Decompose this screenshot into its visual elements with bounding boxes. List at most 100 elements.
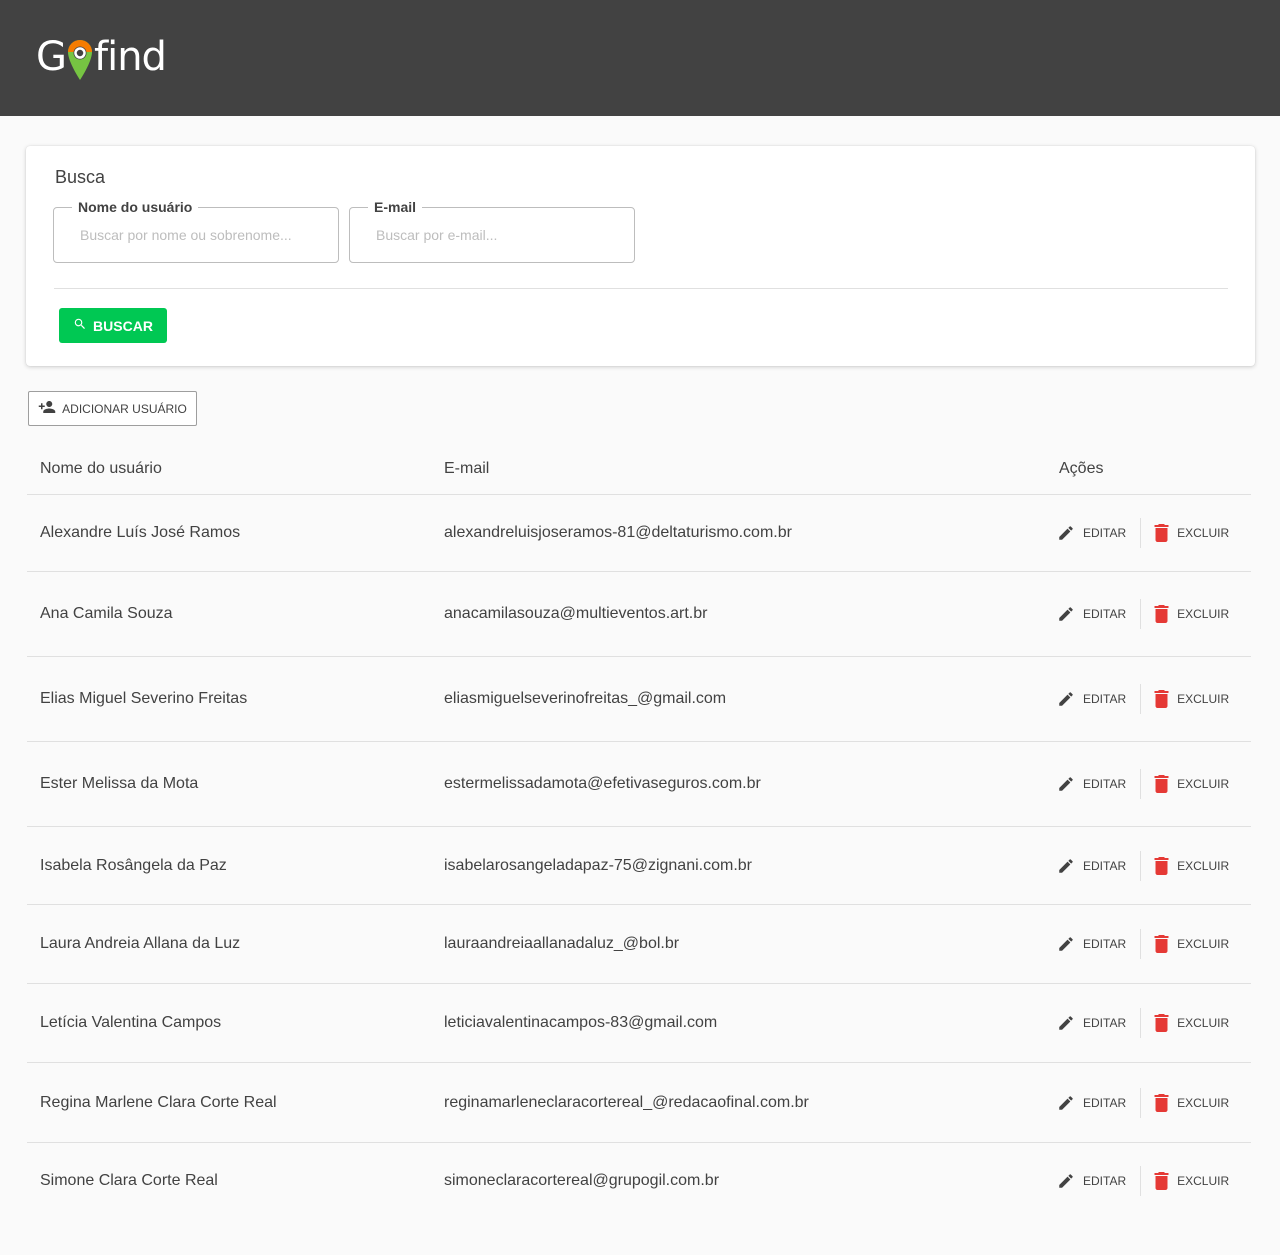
search-card: Busca Nome do usuário E-mail BUSCAR bbox=[26, 146, 1255, 366]
column-header-name: Nome do usuário bbox=[40, 460, 162, 477]
user-name: Laura Andreia Allana da Luz bbox=[40, 935, 241, 952]
row-actions: EDITAR EXCLUIR bbox=[1057, 850, 1230, 881]
row-actions: EDITAR EXCLUIR bbox=[1057, 769, 1229, 799]
name-field[interactable]: Nome do usuário bbox=[53, 199, 339, 263]
pencil-icon bbox=[1057, 1172, 1075, 1190]
card-divider bbox=[54, 288, 1228, 289]
table-row: Simone Clara Corte Real simoneclaracorter… bbox=[27, 1143, 1251, 1219]
edit-label: EDITAR bbox=[1083, 777, 1127, 791]
trash-icon bbox=[1154, 935, 1169, 953]
user-name: Alexandre Luís José Ramos bbox=[40, 524, 241, 541]
delete-label: EXCLUIR bbox=[1177, 1095, 1230, 1110]
row-actions: EDITAR EXCLUIR bbox=[1057, 599, 1229, 629]
person-add-icon bbox=[38, 398, 56, 419]
edit-label: EDITAR bbox=[1083, 1174, 1127, 1188]
row-actions: EDITAR EXCLUIR bbox=[1057, 929, 1229, 959]
user-email: anacamilasouza@multieventos.art.br bbox=[444, 605, 708, 622]
delete-label: EXCLUIR bbox=[1177, 937, 1230, 951]
edit-button[interactable]: EDITAR bbox=[1057, 524, 1140, 542]
search-icon bbox=[73, 317, 87, 334]
email-search-input[interactable] bbox=[351, 209, 633, 261]
trash-icon bbox=[1154, 690, 1169, 708]
app-header: G find bbox=[0, 0, 1280, 116]
email-field[interactable]: E-mail bbox=[349, 199, 635, 263]
user-name: Isabela Rosângela da Paz bbox=[40, 856, 227, 874]
edit-button[interactable]: EDITAR bbox=[1057, 1014, 1140, 1032]
pencil-icon bbox=[1057, 775, 1075, 793]
edit-button[interactable]: EDITAR bbox=[1057, 935, 1140, 953]
row-actions: EDITAR EXCLUIR bbox=[1057, 1166, 1229, 1196]
table-row: Ester Melissa da Mota estermelissadamota@… bbox=[27, 742, 1251, 827]
edit-label: EDITAR bbox=[1083, 526, 1127, 540]
user-email: lauraandreiaallanadaluz_@bol.br bbox=[444, 935, 680, 952]
table-row: Alexandre Luís José Ramos alexandreluisjo… bbox=[27, 495, 1251, 572]
edit-button[interactable]: EDITAR bbox=[1057, 1094, 1140, 1112]
add-user-button[interactable]: ADICIONAR USUÁRIO bbox=[28, 391, 197, 426]
delete-label: EXCLUIR bbox=[1177, 777, 1230, 791]
edit-label: EDITAR bbox=[1083, 692, 1127, 706]
map-pin-icon bbox=[66, 38, 94, 80]
logo-text-end: find bbox=[94, 34, 167, 80]
table-row: Regina Marlene Clara Corte Real reginamar… bbox=[27, 1063, 1251, 1143]
trash-icon bbox=[1154, 605, 1169, 623]
edit-button[interactable]: EDITAR bbox=[1057, 775, 1140, 793]
name-search-input[interactable] bbox=[55, 209, 337, 261]
users-table: Nome do usuário E-mail Ações Alexandre L… bbox=[27, 443, 1251, 1219]
table-row: Letícia Valentina Campos leticiavalentina… bbox=[27, 984, 1251, 1063]
add-user-label: ADICIONAR USUÁRIO bbox=[62, 401, 187, 416]
user-email: isabelarosangeladapaz-75@zignani.com.br bbox=[444, 856, 752, 874]
user-email: simoneclaracortereal@grupogil.com.br bbox=[444, 1172, 720, 1189]
search-button[interactable]: BUSCAR bbox=[59, 308, 167, 343]
edit-button[interactable]: EDITAR bbox=[1057, 857, 1140, 875]
delete-button[interactable]: EXCLUIR bbox=[1141, 605, 1229, 623]
delete-button[interactable]: EXCLUIR bbox=[1141, 1014, 1229, 1032]
edit-button[interactable]: EDITAR bbox=[1057, 1172, 1140, 1190]
search-title: Busca bbox=[55, 167, 106, 187]
delete-button[interactable]: EXCLUIR bbox=[1141, 524, 1229, 542]
trash-icon bbox=[1154, 524, 1169, 542]
trash-icon bbox=[1154, 1014, 1169, 1032]
trash-icon bbox=[1154, 775, 1169, 793]
user-email: estermelissadamota@efetivaseguros.com.br bbox=[444, 775, 761, 792]
delete-label: EXCLUIR bbox=[1177, 858, 1230, 873]
pencil-icon bbox=[1057, 1014, 1075, 1032]
user-name: Ana Camila Souza bbox=[40, 605, 173, 622]
delete-label: EXCLUIR bbox=[1177, 526, 1230, 540]
delete-button[interactable]: EXCLUIR bbox=[1141, 1172, 1229, 1190]
user-name: Elias Miguel Severino Freitas bbox=[40, 690, 248, 707]
edit-label: EDITAR bbox=[1083, 1016, 1127, 1030]
delete-button[interactable]: EXCLUIR bbox=[1141, 690, 1229, 708]
pencil-icon bbox=[1057, 1094, 1075, 1112]
delete-button[interactable]: EXCLUIR bbox=[1141, 856, 1230, 875]
table-body: Alexandre Luís José Ramos alexandreluisjo… bbox=[27, 495, 1251, 1219]
delete-button[interactable]: EXCLUIR bbox=[1141, 935, 1229, 953]
table-row: Ana Camila Souza anacamilasouza@multieven… bbox=[27, 572, 1251, 657]
edit-button[interactable]: EDITAR bbox=[1057, 605, 1140, 623]
trash-icon bbox=[1154, 1093, 1169, 1112]
column-header-actions: Ações bbox=[1059, 460, 1104, 477]
delete-button[interactable]: EXCLUIR bbox=[1141, 775, 1229, 793]
delete-button[interactable]: EXCLUIR bbox=[1141, 1093, 1230, 1112]
row-actions: EDITAR EXCLUIR bbox=[1057, 518, 1229, 548]
table-row: Isabela Rosângela da Paz isabelarosangela… bbox=[27, 827, 1251, 905]
user-name: Ester Melissa da Mota bbox=[40, 775, 199, 792]
row-actions: EDITAR EXCLUIR bbox=[1057, 1087, 1230, 1118]
pencil-icon bbox=[1057, 935, 1075, 953]
edit-label: EDITAR bbox=[1083, 858, 1127, 873]
edit-button[interactable]: EDITAR bbox=[1057, 690, 1140, 708]
search-button-label: BUSCAR bbox=[93, 317, 153, 334]
user-name: Regina Marlene Clara Corte Real bbox=[40, 1093, 277, 1111]
delete-label: EXCLUIR bbox=[1177, 1174, 1230, 1188]
table-header: Nome do usuário E-mail Ações bbox=[27, 443, 1251, 495]
user-name: Simone Clara Corte Real bbox=[40, 1172, 218, 1189]
table-row: Elias Miguel Severino Freitas eliasmiguel… bbox=[27, 657, 1251, 742]
trash-icon bbox=[1154, 856, 1169, 875]
row-actions: EDITAR EXCLUIR bbox=[1057, 1008, 1229, 1038]
table-row: Laura Andreia Allana da Luz lauraandreiaa… bbox=[27, 905, 1251, 984]
delete-label: EXCLUIR bbox=[1177, 607, 1230, 621]
pencil-icon bbox=[1057, 690, 1075, 708]
user-email: eliasmiguelseverinofreitas_@gmail.com bbox=[444, 690, 727, 707]
gofind-logo[interactable]: G find bbox=[36, 34, 167, 86]
edit-label: EDITAR bbox=[1083, 1095, 1127, 1110]
pencil-icon bbox=[1057, 605, 1075, 623]
